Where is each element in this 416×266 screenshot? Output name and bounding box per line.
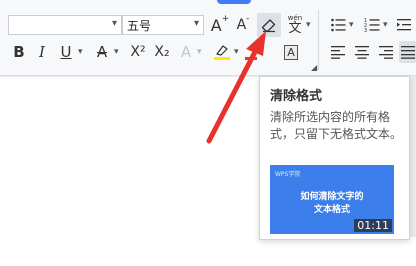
underline-button[interactable]: U: [56, 41, 76, 63]
align-left-icon: [331, 46, 345, 59]
shrink-font-icon: A: [236, 17, 247, 33]
font-color-bar: [245, 57, 257, 60]
chevron-down-icon[interactable]: ▾: [306, 20, 311, 30]
separator: [318, 10, 319, 70]
italic-button[interactable]: I: [32, 41, 52, 63]
numbered-list-button[interactable]: 1 2 3: [362, 14, 382, 36]
video-brand: WPS学院: [275, 171, 301, 178]
ribbon-toolbar: ▾ 五号 ▾ A + A - wén 文 ▾ ▾ 1 2 3 ▾ B I U ▾…: [0, 0, 416, 76]
align-right-button[interactable]: [376, 41, 396, 63]
italic-icon: I: [39, 43, 45, 61]
highlight-button[interactable]: [211, 41, 233, 63]
pinyin-char: 文: [288, 21, 302, 36]
align-center-icon: [355, 46, 369, 59]
strikethrough-icon: A: [96, 43, 108, 61]
bullet-list-icon: [331, 18, 346, 32]
grow-font-icon: A: [210, 15, 222, 35]
active-tab-indicator: [217, 0, 251, 4]
video-duration: 01:11: [354, 219, 392, 232]
superscript-icon: X²: [130, 44, 146, 60]
justify-icon: [400, 46, 415, 59]
tooltip-title: 清除格式: [270, 89, 323, 104]
document-page[interactable]: [0, 77, 262, 266]
font-size-value: 五号: [127, 19, 152, 33]
shrink-font-button[interactable]: A -: [233, 14, 253, 36]
chevron-down-icon[interactable]: ▾: [383, 20, 388, 30]
superscript-button[interactable]: X²: [127, 41, 149, 63]
strikethrough-button[interactable]: A: [92, 41, 112, 63]
underline-icon: U: [60, 43, 72, 61]
grow-font-button[interactable]: A +: [210, 14, 230, 36]
video-title-line2: 文本格式: [313, 205, 350, 215]
font-size-combo[interactable]: 五号 ▾: [122, 15, 204, 35]
indent-icon: [397, 19, 411, 31]
align-center-button[interactable]: [352, 41, 372, 63]
chevron-down-icon[interactable]: ▾: [197, 47, 202, 57]
chevron-down-icon[interactable]: ▾: [349, 20, 354, 30]
subscript-icon: X₂: [154, 44, 170, 60]
chevron-down-icon[interactable]: ▾: [234, 47, 239, 57]
grow-font-mark: +: [221, 14, 230, 24]
align-right-icon: [379, 46, 393, 59]
bullet-list-button[interactable]: [328, 14, 348, 36]
tooltip-video-thumbnail[interactable]: WPS学院 如何清除文字的 文本格式 01:11: [270, 165, 394, 234]
chevron-down-icon: ▾: [193, 18, 199, 29]
subscript-button[interactable]: X₂: [151, 41, 173, 63]
highlight-color-bar: [214, 57, 230, 60]
char-shading-button[interactable]: A: [281, 42, 301, 62]
tooltip-description: 清除所选内容的所有格式，只留下无格式文本。: [270, 110, 403, 141]
svg-text:3: 3: [364, 28, 367, 33]
eraser-icon: [261, 19, 276, 33]
dialog-launcher-icon[interactable]: ◢: [311, 63, 317, 72]
align-left-button[interactable]: [328, 41, 348, 63]
text-effect-icon: A: [180, 43, 192, 61]
font-name-combo[interactable]: ▾: [8, 15, 122, 35]
chevron-down-icon[interactable]: ▾: [114, 47, 119, 57]
indent-button[interactable]: [394, 14, 414, 36]
highlighter-icon: [216, 45, 228, 56]
chevron-down-icon: ▾: [111, 18, 117, 29]
pinyin-guide-button[interactable]: wén 文: [284, 12, 306, 38]
bold-button[interactable]: B: [9, 41, 29, 63]
document-page-edge: [262, 237, 416, 266]
chevron-down-icon[interactable]: ▾: [78, 47, 83, 57]
justify-button[interactable]: [399, 41, 416, 63]
char-shading-icon: A: [284, 44, 298, 60]
clear-format-button[interactable]: [257, 13, 281, 37]
bold-icon: B: [13, 43, 25, 61]
tooltip-clear-format: 清除格式 清除所选内容的所有格式，只留下无格式文本。 WPS学院 如何清除文字的…: [259, 76, 410, 240]
shrink-font-mark: -: [246, 14, 250, 24]
font-color-button[interactable]: [244, 41, 258, 63]
video-title-line1: 如何清除文字的: [300, 192, 364, 202]
text-effect-button[interactable]: A: [176, 41, 196, 63]
numbered-list-icon: 1 2 3: [364, 18, 380, 33]
